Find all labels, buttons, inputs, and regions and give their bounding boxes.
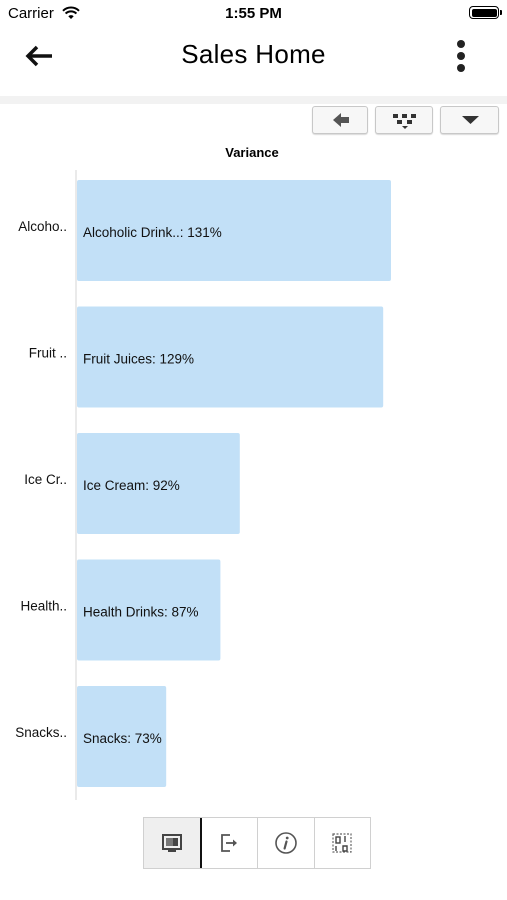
tab-export[interactable] [201, 818, 258, 868]
bar-value-label: Ice Cream: 92% [83, 478, 180, 493]
export-icon [221, 834, 238, 852]
data-view-icon [332, 833, 352, 853]
category-label: Alcoho.. [18, 219, 67, 234]
dropdown-button[interactable] [440, 106, 499, 134]
nav-bar: Sales Home [0, 28, 507, 92]
clock: 1:55 PM [225, 5, 282, 22]
page-title: Sales Home [181, 39, 326, 69]
category-label: Health.. [20, 599, 67, 614]
tab-data-view[interactable] [314, 818, 370, 868]
variance-bar-chart: Alcoholic Drink..: 131% Alcoho.. Fruit Jui… [15, 170, 391, 800]
chevron-down-icon [462, 116, 479, 124]
chart-title: Variance [225, 145, 279, 160]
grid-dropdown-icon [393, 114, 416, 129]
layout-button[interactable] [375, 106, 433, 134]
category-label: Snacks.. [15, 725, 67, 740]
tab-chart-view[interactable] [144, 818, 202, 868]
category-label: Fruit .. [29, 346, 67, 361]
header-divider [0, 96, 507, 104]
category-label: Ice Cr.. [24, 472, 67, 487]
chart-view-icon [161, 834, 182, 852]
info-icon [274, 832, 297, 854]
battery-icon [469, 6, 502, 19]
bar-value-label: Snacks: 73% [83, 731, 162, 746]
tab-info[interactable] [258, 818, 315, 868]
bar-value-label: Fruit Juices: 129% [83, 352, 194, 367]
bottom-tab-bar [143, 817, 371, 869]
bar-value-label: Health Drinks: 87% [83, 605, 199, 620]
more-options-icon[interactable] [450, 38, 472, 74]
status-bar: Carrier 1:55 PM [0, 0, 507, 28]
bar-value-label: Alcoholic Drink..: 131% [83, 225, 222, 240]
previous-button[interactable] [312, 106, 368, 134]
left-arrow-icon [333, 113, 349, 127]
